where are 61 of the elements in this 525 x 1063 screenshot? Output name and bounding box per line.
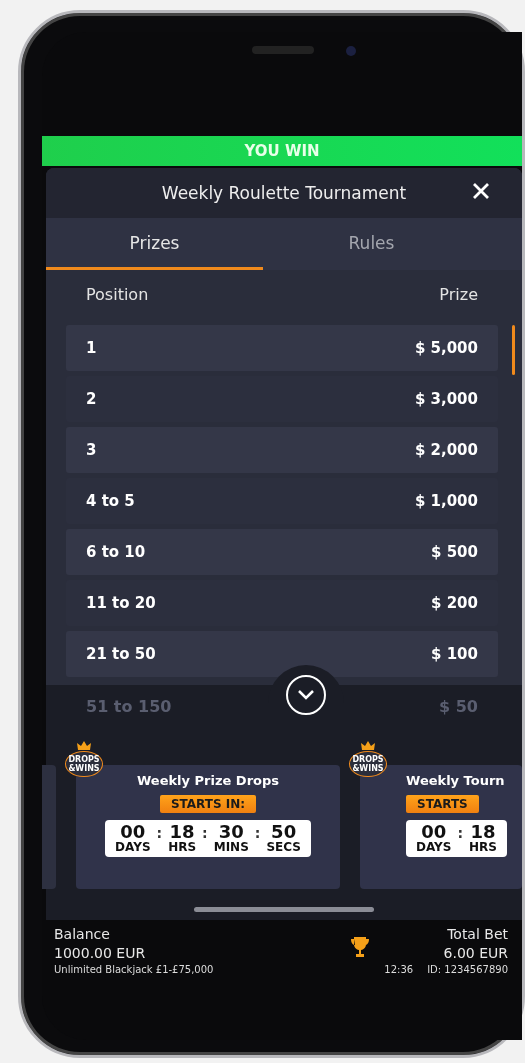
prize-cell: $ 100 xyxy=(431,645,478,663)
prize-cell: $ 2,000 xyxy=(414,441,478,459)
panel-title: Weekly Roulette Tournament xyxy=(161,183,407,203)
prize-cell: $ 3,000 xyxy=(414,390,478,408)
position-cell: 51 to 150 xyxy=(86,696,172,716)
colon-separator: : xyxy=(457,824,464,841)
clock-time: 12:36 xyxy=(384,964,414,975)
timer-value: 50 xyxy=(271,823,297,841)
timer-unit: HRS xyxy=(469,841,497,854)
timer-unit: SECS xyxy=(266,841,301,854)
close-icon xyxy=(472,182,490,200)
prize-cell: $ 1,000 xyxy=(414,492,478,510)
timer-value: 18 xyxy=(470,823,496,841)
position-cell: 4 to 5 xyxy=(86,492,135,510)
position-cell: 11 to 20 xyxy=(86,594,156,612)
timer-value: 18 xyxy=(169,823,195,841)
timer-value: 30 xyxy=(218,823,244,841)
chevron-down-icon xyxy=(297,689,315,701)
drag-handle[interactable] xyxy=(194,907,374,912)
crown-icon xyxy=(77,741,91,751)
balance-label: Balance xyxy=(54,926,110,942)
tab[interactable]: Prizes xyxy=(46,218,263,270)
position-cell: 2 xyxy=(86,390,97,408)
prize-cell: $ 200 xyxy=(431,594,478,612)
timer-value: 00 xyxy=(421,823,447,841)
drops-wins-logo: DROPS &WINS xyxy=(349,751,387,777)
prize-cell: $ 5,000 xyxy=(414,339,478,357)
timer-unit: DAYS xyxy=(115,841,151,854)
speaker-grille xyxy=(252,46,314,54)
starts-badge: STARTS xyxy=(406,795,479,813)
total-bet-label: Total Bet xyxy=(447,926,508,942)
camera-dot xyxy=(346,46,356,56)
timer-value: 00 xyxy=(120,823,146,841)
position-cell: 3 xyxy=(86,441,97,459)
prize-cell: $ 500 xyxy=(431,543,478,561)
colon-separator: : xyxy=(156,824,163,841)
balance-value: 1000.00 EUR xyxy=(54,945,146,961)
column-header: Prize xyxy=(439,284,478,304)
tab[interactable]: Rules xyxy=(263,218,480,270)
timer-unit: HRS xyxy=(168,841,197,854)
column-header: Position xyxy=(86,284,149,304)
position-cell: 1 xyxy=(86,339,97,357)
scrollbar-thumb[interactable] xyxy=(512,325,515,375)
trophy-icon[interactable] xyxy=(350,936,371,958)
colon-separator: : xyxy=(254,824,261,841)
prize-cell: $ 50 xyxy=(439,696,478,716)
promo-title: Weekly Prize Drops xyxy=(136,773,280,788)
colon-separator: : xyxy=(202,824,208,841)
total-bet-value: 6.00 EUR xyxy=(443,945,508,961)
session-id: ID: 1234567890 xyxy=(427,964,508,975)
position-cell: 21 to 50 xyxy=(86,645,156,663)
position-cell: 6 to 10 xyxy=(86,543,146,561)
starts-badge: STARTS IN: xyxy=(159,795,257,813)
game-name: Unlimited Blackjack £1-£75,000 xyxy=(54,964,214,975)
drops-wins-logo: DROPS &WINS xyxy=(65,751,103,777)
win-banner: YOU WIN xyxy=(42,136,522,166)
scroll-down-button[interactable] xyxy=(286,675,326,715)
timer-unit: MINS xyxy=(213,841,249,854)
promo-title: Weekly Tourn xyxy=(406,773,505,788)
timer-unit: DAYS xyxy=(416,841,452,854)
crown-icon xyxy=(361,741,375,751)
